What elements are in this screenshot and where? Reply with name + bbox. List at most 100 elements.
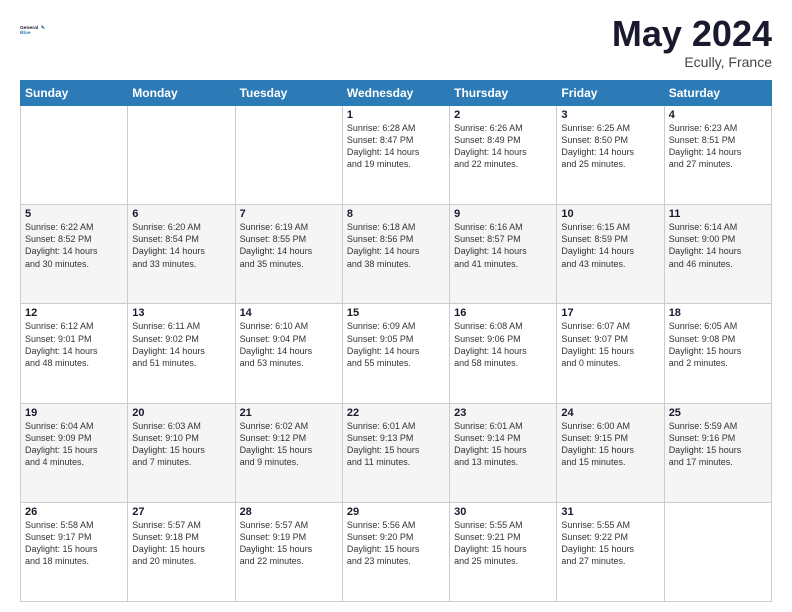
header: GeneralBlue May 2024 Ecully, France [20,16,772,70]
day-info: Sunrise: 5:58 AM Sunset: 9:17 PM Dayligh… [25,519,123,568]
day-number: 9 [454,208,552,220]
day-number: 21 [240,407,338,419]
week-row-3: 12Sunrise: 6:12 AM Sunset: 9:01 PM Dayli… [21,304,772,403]
day-number: 25 [669,407,767,419]
calendar-cell: 12Sunrise: 6:12 AM Sunset: 9:01 PM Dayli… [21,304,128,403]
day-info: Sunrise: 6:20 AM Sunset: 8:54 PM Dayligh… [132,221,230,270]
calendar-cell [235,106,342,205]
day-number: 7 [240,208,338,220]
calendar-cell: 9Sunrise: 6:16 AM Sunset: 8:57 PM Daylig… [450,205,557,304]
calendar-cell: 18Sunrise: 6:05 AM Sunset: 9:08 PM Dayli… [664,304,771,403]
day-number: 26 [25,506,123,518]
day-number: 1 [347,109,445,121]
day-number: 30 [454,506,552,518]
day-number: 19 [25,407,123,419]
day-number: 29 [347,506,445,518]
day-number: 8 [347,208,445,220]
day-info: Sunrise: 6:02 AM Sunset: 9:12 PM Dayligh… [240,420,338,469]
column-header-saturday: Saturday [664,81,771,106]
day-number: 3 [561,109,659,121]
calendar-cell: 5Sunrise: 6:22 AM Sunset: 8:52 PM Daylig… [21,205,128,304]
calendar-cell: 10Sunrise: 6:15 AM Sunset: 8:59 PM Dayli… [557,205,664,304]
day-number: 24 [561,407,659,419]
day-info: Sunrise: 6:05 AM Sunset: 9:08 PM Dayligh… [669,320,767,369]
logo: GeneralBlue [20,16,48,44]
svg-text:Blue: Blue [20,30,31,36]
calendar-cell: 15Sunrise: 6:09 AM Sunset: 9:05 PM Dayli… [342,304,449,403]
calendar-cell: 7Sunrise: 6:19 AM Sunset: 8:55 PM Daylig… [235,205,342,304]
day-number: 17 [561,307,659,319]
calendar-cell: 4Sunrise: 6:23 AM Sunset: 8:51 PM Daylig… [664,106,771,205]
day-number: 15 [347,307,445,319]
day-info: Sunrise: 5:55 AM Sunset: 9:21 PM Dayligh… [454,519,552,568]
calendar-cell: 20Sunrise: 6:03 AM Sunset: 9:10 PM Dayli… [128,403,235,502]
calendar-cell: 30Sunrise: 5:55 AM Sunset: 9:21 PM Dayli… [450,502,557,601]
day-info: Sunrise: 6:25 AM Sunset: 8:50 PM Dayligh… [561,122,659,171]
calendar-cell [664,502,771,601]
column-header-thursday: Thursday [450,81,557,106]
week-row-1: 1Sunrise: 6:28 AM Sunset: 8:47 PM Daylig… [21,106,772,205]
calendar-cell: 19Sunrise: 6:04 AM Sunset: 9:09 PM Dayli… [21,403,128,502]
calendar-cell: 24Sunrise: 6:00 AM Sunset: 9:15 PM Dayli… [557,403,664,502]
calendar-cell: 26Sunrise: 5:58 AM Sunset: 9:17 PM Dayli… [21,502,128,601]
day-info: Sunrise: 5:55 AM Sunset: 9:22 PM Dayligh… [561,519,659,568]
calendar-cell: 22Sunrise: 6:01 AM Sunset: 9:13 PM Dayli… [342,403,449,502]
day-info: Sunrise: 6:08 AM Sunset: 9:06 PM Dayligh… [454,320,552,369]
day-number: 4 [669,109,767,121]
day-info: Sunrise: 6:09 AM Sunset: 9:05 PM Dayligh… [347,320,445,369]
day-number: 2 [454,109,552,121]
day-info: Sunrise: 6:04 AM Sunset: 9:09 PM Dayligh… [25,420,123,469]
day-number: 5 [25,208,123,220]
day-number: 23 [454,407,552,419]
calendar-cell: 29Sunrise: 5:56 AM Sunset: 9:20 PM Dayli… [342,502,449,601]
day-info: Sunrise: 6:11 AM Sunset: 9:02 PM Dayligh… [132,320,230,369]
title-block: May 2024 Ecully, France [612,16,772,70]
day-number: 6 [132,208,230,220]
day-info: Sunrise: 6:23 AM Sunset: 8:51 PM Dayligh… [669,122,767,171]
day-info: Sunrise: 6:01 AM Sunset: 9:14 PM Dayligh… [454,420,552,469]
column-header-friday: Friday [557,81,664,106]
day-number: 27 [132,506,230,518]
day-info: Sunrise: 5:59 AM Sunset: 9:16 PM Dayligh… [669,420,767,469]
calendar-cell: 27Sunrise: 5:57 AM Sunset: 9:18 PM Dayli… [128,502,235,601]
column-header-sunday: Sunday [21,81,128,106]
day-info: Sunrise: 6:15 AM Sunset: 8:59 PM Dayligh… [561,221,659,270]
svg-text:General: General [20,25,39,31]
day-number: 31 [561,506,659,518]
calendar-cell: 8Sunrise: 6:18 AM Sunset: 8:56 PM Daylig… [342,205,449,304]
column-header-wednesday: Wednesday [342,81,449,106]
day-info: Sunrise: 6:01 AM Sunset: 9:13 PM Dayligh… [347,420,445,469]
day-info: Sunrise: 6:26 AM Sunset: 8:49 PM Dayligh… [454,122,552,171]
day-info: Sunrise: 5:56 AM Sunset: 9:20 PM Dayligh… [347,519,445,568]
day-info: Sunrise: 6:12 AM Sunset: 9:01 PM Dayligh… [25,320,123,369]
day-number: 16 [454,307,552,319]
calendar-cell [128,106,235,205]
week-row-2: 5Sunrise: 6:22 AM Sunset: 8:52 PM Daylig… [21,205,772,304]
calendar-cell: 31Sunrise: 5:55 AM Sunset: 9:22 PM Dayli… [557,502,664,601]
calendar-cell: 23Sunrise: 6:01 AM Sunset: 9:14 PM Dayli… [450,403,557,502]
day-info: Sunrise: 6:18 AM Sunset: 8:56 PM Dayligh… [347,221,445,270]
column-header-monday: Monday [128,81,235,106]
calendar-cell: 3Sunrise: 6:25 AM Sunset: 8:50 PM Daylig… [557,106,664,205]
day-info: Sunrise: 6:22 AM Sunset: 8:52 PM Dayligh… [25,221,123,270]
location: Ecully, France [612,54,772,70]
day-info: Sunrise: 6:14 AM Sunset: 9:00 PM Dayligh… [669,221,767,270]
day-number: 10 [561,208,659,220]
calendar-cell: 25Sunrise: 5:59 AM Sunset: 9:16 PM Dayli… [664,403,771,502]
day-info: Sunrise: 6:03 AM Sunset: 9:10 PM Dayligh… [132,420,230,469]
calendar-cell [21,106,128,205]
week-row-4: 19Sunrise: 6:04 AM Sunset: 9:09 PM Dayli… [21,403,772,502]
day-number: 12 [25,307,123,319]
calendar-cell: 11Sunrise: 6:14 AM Sunset: 9:00 PM Dayli… [664,205,771,304]
calendar-cell: 6Sunrise: 6:20 AM Sunset: 8:54 PM Daylig… [128,205,235,304]
day-info: Sunrise: 6:19 AM Sunset: 8:55 PM Dayligh… [240,221,338,270]
day-info: Sunrise: 5:57 AM Sunset: 9:19 PM Dayligh… [240,519,338,568]
day-info: Sunrise: 6:10 AM Sunset: 9:04 PM Dayligh… [240,320,338,369]
day-info: Sunrise: 6:16 AM Sunset: 8:57 PM Dayligh… [454,221,552,270]
calendar-cell: 14Sunrise: 6:10 AM Sunset: 9:04 PM Dayli… [235,304,342,403]
day-info: Sunrise: 6:28 AM Sunset: 8:47 PM Dayligh… [347,122,445,171]
day-info: Sunrise: 6:00 AM Sunset: 9:15 PM Dayligh… [561,420,659,469]
day-number: 22 [347,407,445,419]
calendar-page: GeneralBlue May 2024 Ecully, France Sund… [0,0,792,612]
logo-icon: GeneralBlue [20,16,48,44]
